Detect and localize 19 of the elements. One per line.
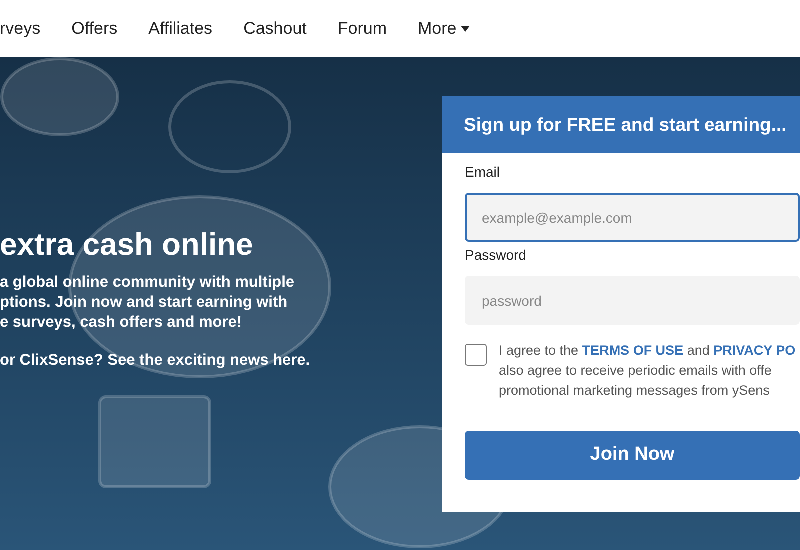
nav-link[interactable]: Affiliates: [148, 16, 213, 42]
hero-heading: extra cash online: [0, 226, 254, 264]
input-field[interactable]: password: [465, 276, 800, 325]
nav-link[interactable]: Cashout: [244, 16, 307, 42]
nav-link[interactable]: Offers: [72, 16, 118, 42]
nav-link[interactable]: More: [418, 16, 470, 42]
policy-link[interactable]: PRIVACY PO: [714, 343, 796, 358]
field-label: Email: [465, 163, 500, 182]
nav-link[interactable]: rveys: [0, 16, 41, 42]
field-label: Password: [465, 246, 526, 265]
agree-checkbox[interactable]: [465, 344, 487, 366]
news-link[interactable]: or ClixSense? See the exciting news here.: [0, 349, 310, 372]
nav-link[interactable]: Forum: [338, 16, 388, 42]
join-now-button[interactable]: Join Now: [465, 431, 800, 480]
policy-link[interactable]: TERMS OF USE: [582, 343, 684, 358]
hero-description: a global online community with multiple ptions. Join now and start earning with e surveys, cash offers and more!: [0, 273, 295, 333]
agreement-text: I agree to the TERMS OF USE and PRIVACY PO also agree to receive periodic emails with offe promotional marketing messages from ySens: [499, 342, 796, 400]
input-field[interactable]: example@example.com: [465, 193, 800, 242]
signup-title: Sign up for FREE and start earning...: [464, 112, 787, 137]
